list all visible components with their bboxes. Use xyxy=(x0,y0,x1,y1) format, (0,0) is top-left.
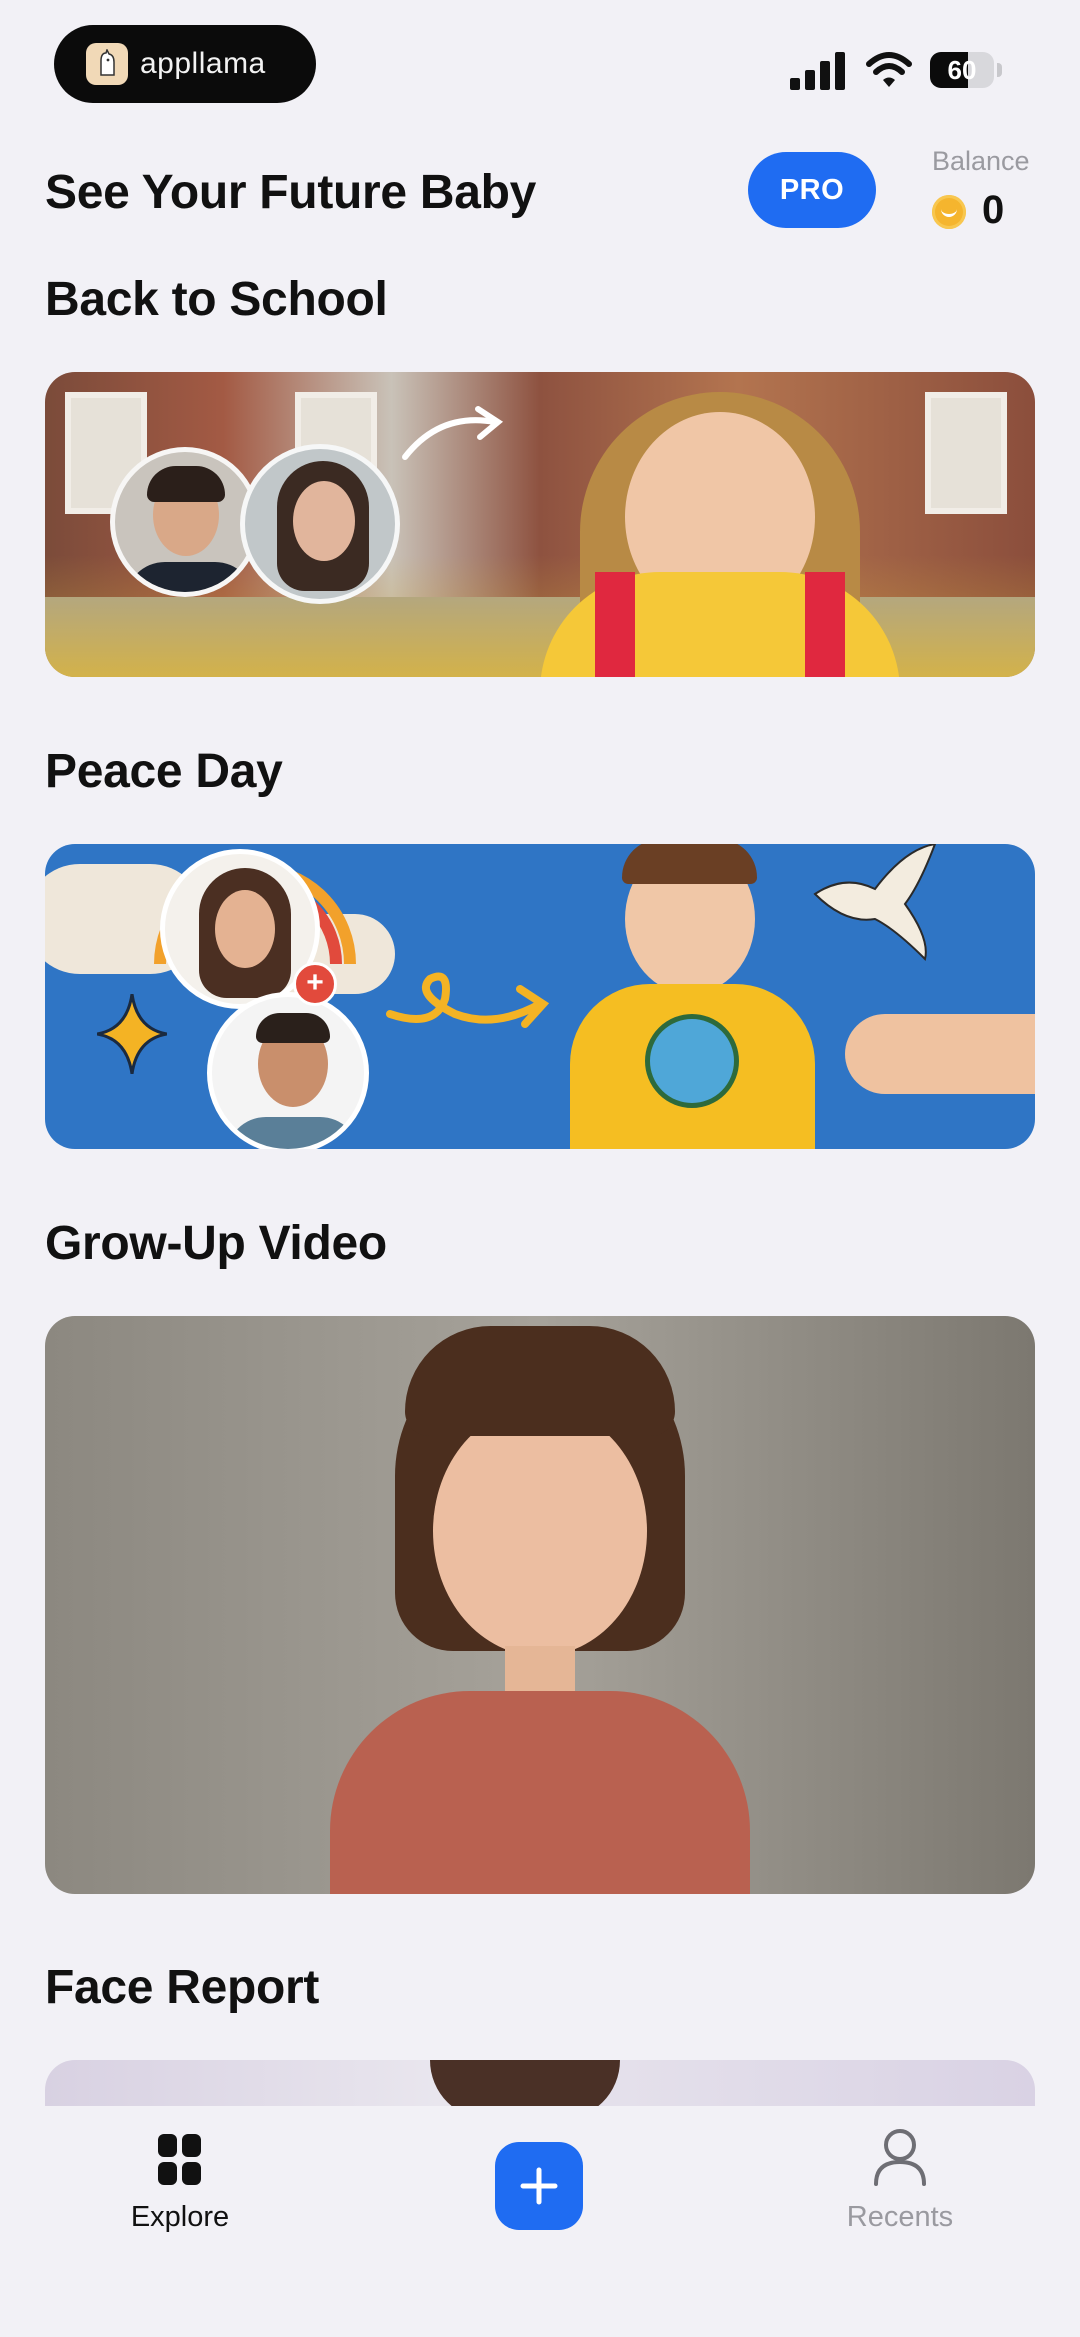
back-to-school-banner[interactable] xyxy=(45,372,1035,677)
swirl-arrow-icon xyxy=(386,972,550,1028)
tab-explore-label: Explore xyxy=(130,2201,230,2233)
dove-icon xyxy=(813,844,937,961)
section-title-back-to-school: Back to School xyxy=(45,273,388,326)
coin-icon xyxy=(932,195,966,229)
page-title: See Your Future Baby xyxy=(45,166,537,219)
grow-up-video-banner[interactable] xyxy=(45,1316,1035,1894)
llama-logo-icon xyxy=(86,43,128,85)
section-title-grow-up-video: Grow-Up Video xyxy=(45,1217,387,1270)
plus-icon xyxy=(520,2167,558,2205)
status-bar: appllama 60 xyxy=(0,0,1080,130)
pro-button[interactable]: PRO xyxy=(748,152,876,228)
mother-avatar xyxy=(240,444,400,604)
peace-day-banner[interactable]: + xyxy=(45,844,1035,1149)
battery-indicator: 60 xyxy=(930,52,1004,88)
balance-value: 0 xyxy=(982,188,1005,232)
person-icon xyxy=(874,2129,926,2186)
plus-badge-icon: + xyxy=(293,962,337,1006)
tab-recents[interactable]: Recents xyxy=(800,2128,1000,2234)
tab-recents-label: Recents xyxy=(846,2201,954,2233)
battery-level-text: 60 xyxy=(947,55,977,85)
section-title-peace-day: Peace Day xyxy=(45,745,283,798)
grid-icon xyxy=(158,2134,201,2185)
cellular-signal-icon xyxy=(790,52,845,90)
app-name-label: appllama xyxy=(140,47,266,80)
father-avatar-peace xyxy=(207,992,369,1149)
app-switcher-pill[interactable]: appllama xyxy=(54,25,316,103)
school-girl-image xyxy=(540,372,900,677)
wifi-icon xyxy=(866,52,912,87)
father-avatar xyxy=(110,447,260,597)
balance-label: Balance xyxy=(932,146,1030,176)
hand-image xyxy=(845,1014,1035,1094)
section-title-face-report: Face Report xyxy=(45,1961,320,2014)
tab-bar: Explore Recents xyxy=(0,2106,1080,2337)
add-button[interactable] xyxy=(495,2142,583,2230)
arrow-icon xyxy=(402,406,504,460)
sparkle-icon xyxy=(97,994,167,1074)
tab-explore[interactable]: Explore xyxy=(80,2134,280,2234)
